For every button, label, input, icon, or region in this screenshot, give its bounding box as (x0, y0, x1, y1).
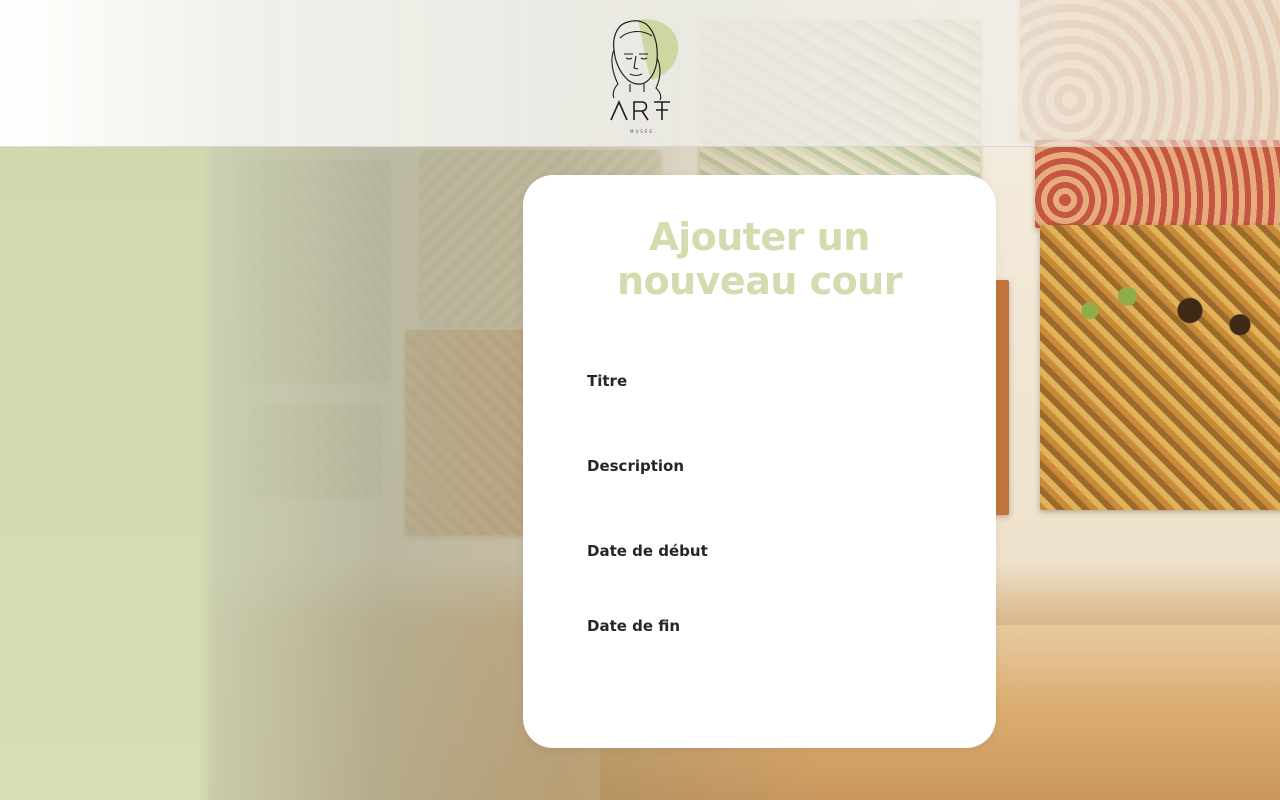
start-date-field-label: Date de début (587, 542, 708, 560)
end-date-field: Date de fin (587, 617, 932, 669)
page-title: Ajouter un nouveau cour (523, 215, 996, 303)
title-field: Titre (587, 372, 932, 424)
title-input[interactable] (587, 396, 932, 424)
description-field-label: Description (587, 457, 685, 475)
title-line-2: nouveau cour (616, 259, 903, 303)
end-date-input[interactable] (587, 641, 932, 669)
art-logo-icon: MUSÉE (610, 19, 679, 134)
description-input[interactable] (587, 481, 932, 509)
painting (1035, 140, 1280, 228)
painting (1040, 225, 1280, 510)
add-course-card: Ajouter un nouveau cour Titre Descriptio… (523, 175, 996, 748)
start-date-input[interactable] (587, 566, 932, 594)
page: MUSÉE Ajouter un nouveau cour Titre Desc… (0, 0, 1280, 800)
start-date-field: Date de début (587, 542, 932, 594)
svg-text:MUSÉE: MUSÉE (630, 129, 654, 134)
end-date-field-label: Date de fin (587, 617, 681, 635)
title-line-1: Ajouter un (649, 215, 870, 259)
header: MUSÉE (0, 0, 1280, 147)
sidebar-panel (0, 146, 200, 800)
logo-link[interactable]: MUSÉE (600, 14, 684, 136)
title-field-label: Titre (587, 372, 628, 390)
painting (995, 280, 1009, 515)
description-field: Description (587, 457, 932, 509)
